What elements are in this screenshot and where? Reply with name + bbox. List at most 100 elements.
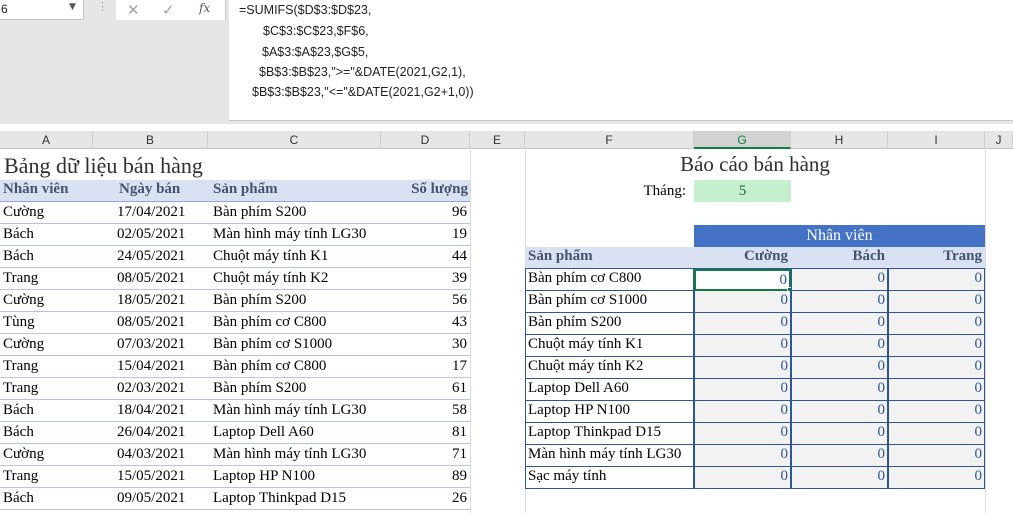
report-product-cell[interactable]: Bàn phím S200 — [525, 313, 694, 335]
employee-cell[interactable]: Bách — [3, 248, 111, 265]
product-cell[interactable]: Laptop Dell A60 — [213, 424, 379, 441]
employee-cell[interactable]: Trang — [3, 358, 111, 375]
product-cell[interactable]: Bàn phím S200 — [213, 380, 379, 397]
date-cell[interactable]: 17/04/2021 — [117, 204, 207, 221]
report-value-cell[interactable]: 0 — [888, 401, 985, 423]
column-header-b[interactable]: B — [93, 131, 208, 149]
product-cell[interactable]: Bàn phím S200 — [213, 204, 379, 221]
quantity-cell[interactable]: 61 — [381, 380, 467, 397]
quantity-cell[interactable]: 89 — [381, 468, 467, 485]
column-header-g[interactable]: G — [694, 131, 791, 149]
date-cell[interactable]: 18/05/2021 — [117, 292, 207, 309]
date-cell[interactable]: 08/05/2021 — [117, 270, 207, 287]
report-product-cell[interactable]: Chuột máy tính K2 — [525, 357, 694, 379]
quantity-cell[interactable]: 30 — [381, 336, 467, 353]
quantity-cell[interactable]: 56 — [381, 292, 467, 309]
report-value-cell[interactable]: 0 — [791, 467, 888, 489]
quantity-cell[interactable]: 44 — [381, 248, 467, 265]
employee-cell[interactable]: Cường — [3, 292, 111, 309]
report-value-cell[interactable]: 0 — [888, 313, 985, 335]
employee-cell[interactable]: Bách — [3, 402, 111, 419]
date-cell[interactable]: 02/03/2021 — [117, 380, 207, 397]
date-cell[interactable]: 02/05/2021 — [117, 226, 207, 243]
insert-function-icon[interactable]: fx — [199, 1, 210, 15]
quantity-cell[interactable]: 26 — [381, 490, 467, 507]
report-value-cell[interactable]: 0 — [694, 335, 791, 357]
product-cell[interactable]: Màn hình máy tính LG30 — [213, 402, 379, 419]
product-cell[interactable]: Laptop HP N100 — [213, 468, 379, 485]
quantity-cell[interactable]: 81 — [381, 424, 467, 441]
report-value-cell[interactable]: 0 — [791, 445, 888, 467]
quantity-cell[interactable]: 58 — [381, 402, 467, 419]
report-value-cell[interactable]: 0 — [694, 423, 791, 445]
employee-cell[interactable]: Cường — [3, 336, 111, 353]
date-cell[interactable]: 04/03/2021 — [117, 446, 207, 463]
quantity-cell[interactable]: 43 — [381, 314, 467, 331]
report-value-cell[interactable]: 0 — [694, 467, 791, 489]
report-value-cell[interactable]: 0 — [791, 401, 888, 423]
column-header-h[interactable]: H — [791, 131, 888, 149]
report-value-cell[interactable]: 0 — [888, 423, 985, 445]
report-value-cell[interactable]: 0 — [888, 357, 985, 379]
report-value-cell[interactable]: 0 — [888, 269, 985, 291]
employee-cell[interactable]: Bách — [3, 490, 111, 507]
product-cell[interactable]: Bàn phím S200 — [213, 292, 379, 309]
report-value-cell[interactable]: 0 — [694, 291, 791, 313]
employee-cell[interactable]: Trang — [3, 380, 111, 397]
date-cell[interactable]: 24/05/2021 — [117, 248, 207, 265]
employee-cell[interactable]: Bách — [3, 226, 111, 243]
employee-cell[interactable]: Tùng — [3, 314, 111, 331]
report-value-cell[interactable]: 0 — [694, 269, 793, 293]
product-cell[interactable]: Màn hình máy tính LG30 — [213, 226, 379, 243]
product-cell[interactable]: Laptop Thinkpad D15 — [213, 490, 379, 507]
date-cell[interactable]: 15/05/2021 — [117, 468, 207, 485]
check-icon[interactable]: ✓ — [162, 1, 175, 19]
report-value-cell[interactable]: 0 — [888, 445, 985, 467]
month-input[interactable]: 5 — [694, 180, 791, 202]
drag-handle-icon[interactable]: ⋮ — [97, 1, 108, 17]
report-value-cell[interactable]: 0 — [888, 291, 985, 313]
report-value-cell[interactable]: 0 — [694, 357, 791, 379]
product-cell[interactable]: Bàn phím cơ C800 — [213, 358, 379, 375]
product-cell[interactable]: Bàn phím cơ C800 — [213, 314, 379, 331]
report-value-cell[interactable]: 0 — [791, 335, 888, 357]
report-product-cell[interactable]: Bàn phím cơ S1000 — [525, 291, 694, 313]
quantity-cell[interactable]: 17 — [381, 358, 467, 375]
employee-cell[interactable]: Bách — [3, 424, 111, 441]
column-header-f[interactable]: F — [525, 131, 694, 149]
report-value-cell[interactable]: 0 — [791, 379, 888, 401]
report-product-cell[interactable]: Sạc máy tính — [525, 467, 694, 489]
column-header-e[interactable]: E — [470, 131, 525, 149]
report-value-cell[interactable]: 0 — [791, 291, 888, 313]
date-cell[interactable]: 08/05/2021 — [117, 314, 207, 331]
report-product-cell[interactable]: Chuột máy tính K1 — [525, 335, 694, 357]
quantity-cell[interactable]: 19 — [381, 226, 467, 243]
column-header-a[interactable]: A — [0, 131, 93, 149]
report-value-cell[interactable]: 0 — [694, 379, 791, 401]
report-value-cell[interactable]: 0 — [694, 313, 791, 335]
formula-input[interactable]: =SUMIFS($D$3:$D$23, $C$3:$C$23,$F$6, $A$… — [229, 0, 1013, 121]
report-product-cell[interactable]: Bàn phím cơ C800 — [525, 269, 694, 291]
employee-cell[interactable]: Cường — [3, 446, 111, 463]
chevron-down-icon[interactable]: ▼ — [69, 2, 76, 12]
date-cell[interactable]: 15/04/2021 — [117, 358, 207, 375]
report-value-cell[interactable]: 0 — [694, 445, 791, 467]
product-cell[interactable]: Chuột máy tính K2 — [213, 270, 379, 287]
product-cell[interactable]: Chuột máy tính K1 — [213, 248, 379, 265]
employee-cell[interactable]: Trang — [3, 270, 111, 287]
report-value-cell[interactable]: 0 — [694, 401, 791, 423]
report-product-cell[interactable]: Laptop HP N100 — [525, 401, 694, 423]
date-cell[interactable]: 18/04/2021 — [117, 402, 207, 419]
quantity-cell[interactable]: 71 — [381, 446, 467, 463]
name-box[interactable]: 6 ▼ — [0, 0, 84, 20]
product-cell[interactable]: Màn hình máy tính LG30 — [213, 446, 379, 463]
report-value-cell[interactable]: 0 — [791, 423, 888, 445]
report-product-cell[interactable]: Laptop Dell A60 — [525, 379, 694, 401]
report-value-cell[interactable]: 0 — [888, 467, 985, 489]
quantity-cell[interactable]: 39 — [381, 270, 467, 287]
report-value-cell[interactable]: 0 — [791, 313, 888, 335]
employee-cell[interactable]: Trang — [3, 468, 111, 485]
column-header-j[interactable]: J — [985, 131, 1013, 149]
date-cell[interactable]: 26/04/2021 — [117, 424, 207, 441]
report-product-cell[interactable]: Màn hình máy tính LG30 — [525, 445, 694, 467]
